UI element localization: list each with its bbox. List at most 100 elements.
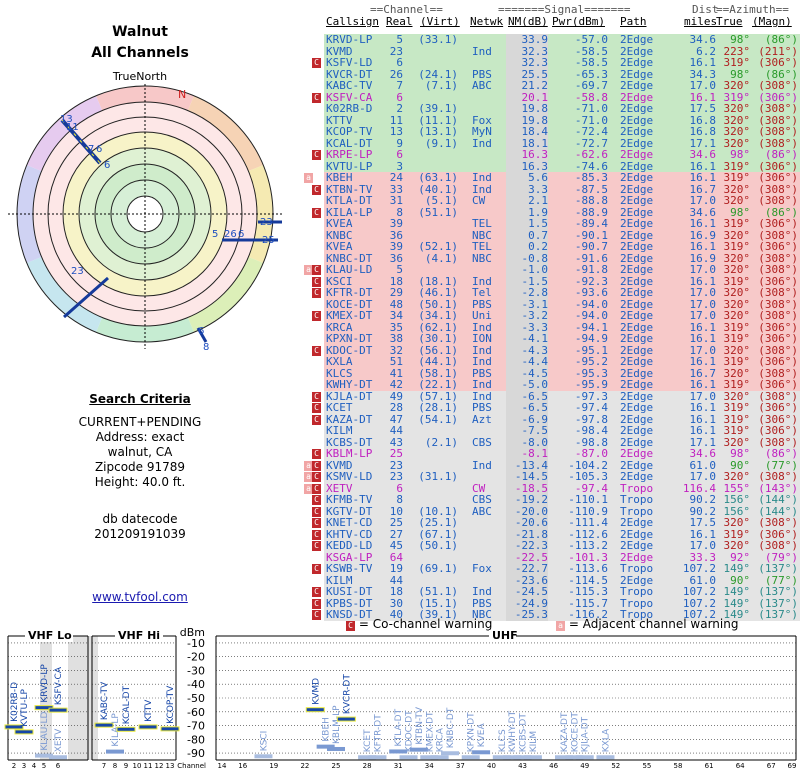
network-cell: Fox [472,562,492,575]
table-row: C KFMB-TV 8 CBS -19.2 -110.1 Tropo 90.2 156° (144… [298,494,800,506]
col-callsign: Callsign [326,15,379,28]
miles-cell: 34.6 [689,148,717,161]
true-azimuth-cell: 319° [723,355,751,368]
true-azimuth-cell: 149° [723,562,751,575]
virtual-channel-cell: (63.1) [418,171,458,184]
x-tick-label: 4 [32,762,37,768]
criteria-heading: Search Criteria [89,392,191,406]
co-channel-warning-icon: C [312,518,321,528]
nm-cell: 21.2 [521,79,549,92]
nm-cell: -5.0 [521,378,549,391]
virtual-channel-cell: (5.1) [424,194,458,207]
miles-cell: 16.1 [689,56,717,69]
network-cell: ION [472,332,492,345]
nm-cell: -6.5 [521,401,549,414]
real-channel-cell: 34 [389,309,403,322]
magnetic-azimuth-cell: (306°) [758,378,798,391]
miles-cell: 17.0 [689,263,717,276]
pwr-cell: -110.1 [568,493,608,506]
station-bar-label: KBLM-LP [332,705,342,744]
pwr-cell: -89.4 [574,217,608,230]
network-cell: Uni [472,309,492,322]
pwr-cell: -94.0 [574,309,608,322]
true-azimuth-cell: 320° [723,125,751,138]
miles-cell: 107.2 [682,585,716,598]
nm-cell: 0.2 [528,240,548,253]
station-bar [472,750,491,755]
table-row: KRVD-LP 5 (33.1) 33.9 -57.0 2Edge 34.6 98° (86°) [298,34,800,46]
miles-cell: 16.1 [689,217,717,230]
station-bar-label: KCET [363,729,373,752]
magnetic-azimuth-cell: (86°) [764,148,798,161]
criteria-line: walnut, CA [107,445,173,459]
station-bar-label: KILM [529,731,539,752]
magnetic-azimuth-cell: (306°) [758,171,798,184]
real-channel-cell: 39 [389,240,403,253]
path-cell: 2Edge [620,240,654,253]
real-channel-cell: 5 [396,33,403,46]
y-tick-label: -30 [187,664,205,677]
col-real: Real [386,15,413,28]
criteria-line: Height: 40.0 ft. [94,475,186,489]
real-channel-cell: 38 [389,332,403,345]
x-tick-label: 12 [155,762,164,768]
co-channel-warning-icon: C [312,449,321,459]
station-bar-label: KVEA [477,723,487,748]
magnetic-azimuth-cell: (306°) [758,56,798,69]
path-cell: 2Edge [620,33,654,46]
magnetic-azimuth-cell: (308°) [758,470,798,483]
station-bar [48,707,68,713]
network-cell: Ind [472,171,492,184]
nm-cell: 19.8 [521,102,549,115]
co-channel-warning-icon: C [312,495,321,505]
co-channel-warning-icon: C [312,529,321,540]
pwr-cell: -57.0 [574,33,608,46]
magnetic-azimuth-cell: (308°) [758,309,798,322]
co-channel-warning-icon: C [312,345,321,356]
criteria-line: Address: exact [95,430,185,444]
table-row: KABC-TV 7 (7.1) ABC 21.2 -69.7 2Edge 17.0 320° (3… [298,80,800,92]
table-row: KTLA-DT 31 (5.1) CW 2.1 -88.8 2Edge 17.0 320° (30… [298,195,800,207]
true-azimuth-cell: 320° [723,539,751,552]
callsign-cell: KLAU-LD [326,263,373,276]
panel-title: VHF Hi [118,629,160,642]
table-row: C KSFV-LD 6 32.3 -58.5 2Edge 16.1 319° (306°) [298,57,800,69]
path-cell: 2Edge [620,125,654,138]
table-row: KXLA 51 (44.1) Ind -4.4 -95.2 2Edge 16.1 319° (30… [298,356,800,368]
search-criteria: Search Criteria CURRENT+PENDING Address:… [20,392,260,542]
callsign-cell: KSFV-LD [326,56,373,69]
virtual-channel-cell: (13.1) [418,125,458,138]
station-number-label: 8 [203,342,209,353]
site-link[interactable]: www.tvfool.com [40,590,240,604]
table-row: KVEA 39 TEL 1.5 -89.4 2Edge 16.1 319° (306°) [298,218,800,230]
real-channel-cell: 6 [396,148,403,161]
channel-group-header: ==Channel== [370,3,443,16]
real-channel-cell: 25 [389,447,403,460]
station-bar-label: KRVD-LP [40,664,50,703]
virtual-channel-cell: (69.1) [418,562,458,575]
network-cell: CW [472,194,486,207]
x-tick-label: 25 [332,762,341,768]
callsign-cell: KABC-TV [326,79,373,92]
x-tick-label: 46 [549,762,558,768]
true-azimuth-cell: 319° [723,332,751,345]
table-row: a C KLAU-LD 5 -1.0 -91.8 2Edge 17.0 320° (308°) [298,264,800,276]
co-channel-warning-icon: C [312,276,321,287]
callsign-cell: KRVD-LP [326,33,373,46]
nm-cell: -4.4 [521,355,549,368]
station-bar-label: KDOC-DT [405,710,415,752]
pwr-cell: -98.4 [574,424,608,437]
x-tick-label: 2 [12,762,16,768]
station-number-label: 11 [66,122,79,133]
miles-cell: 16.1 [689,240,717,253]
co-channel-warning-icon: C [312,541,321,551]
miles-cell: 17.0 [689,194,717,207]
station-bar-label: KVCR-DT [342,674,352,714]
path-cell: 2Edge [620,470,654,483]
real-channel-cell: 24 [389,171,403,184]
station-bar-label: KNBC-DT [446,707,456,748]
true-azimuth-cell: 320° [723,79,751,92]
col-path: Path [620,15,647,28]
y-tick-label: -50 [187,692,205,705]
station-bar-label: KLCS [498,729,508,752]
